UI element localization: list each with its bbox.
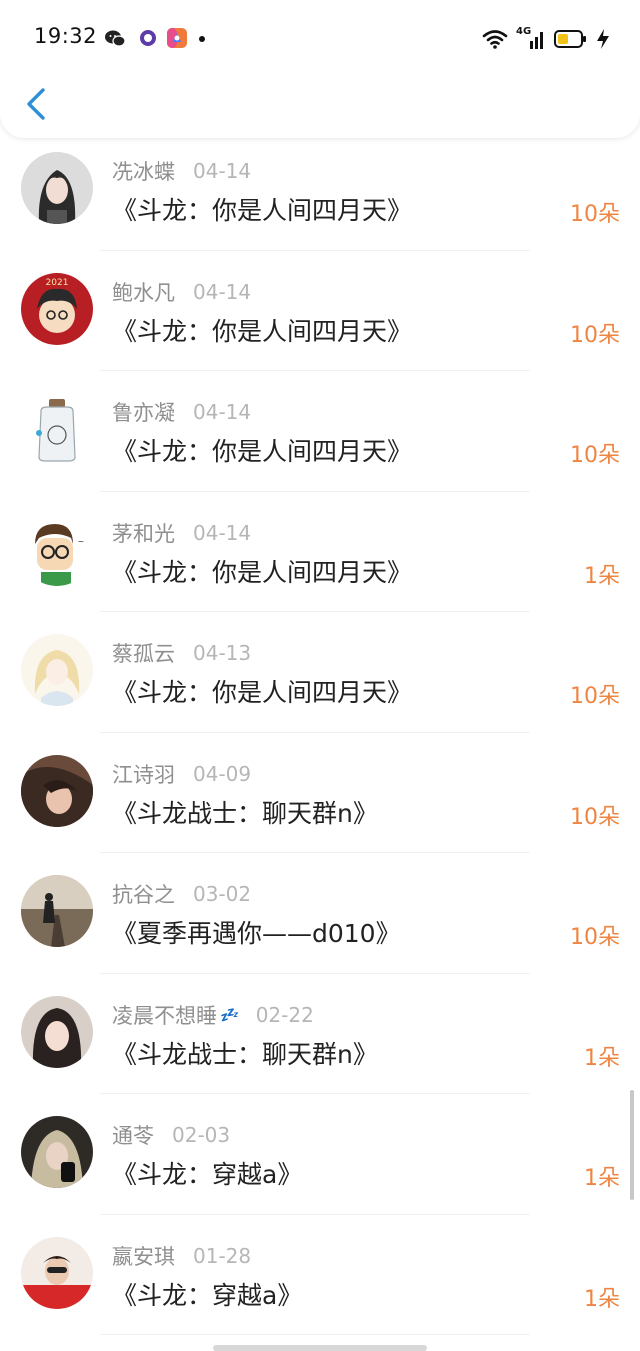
novel-title[interactable]: 《斗龙战士：聊天群n》 [112,1035,378,1071]
svg-text:2021: 2021 [46,278,69,288]
novel-title[interactable]: 《斗龙：你是人间四月天》 [112,432,412,468]
record-date: 02-22 [255,1002,314,1027]
home-indicator[interactable] [213,1345,427,1351]
avatar[interactable] [21,875,93,947]
user-name: 抗谷之 [112,883,175,907]
divider [100,1334,530,1335]
list-item[interactable]: ~ 茅和光 04-14 《斗龙：你是人间四月天》 1朵 [0,492,640,612]
wifi-icon [482,30,508,49]
list-item[interactable]: 蔡孤云 04-13 《斗龙：你是人间四月天》 10朵 [0,612,640,733]
novel-title[interactable]: 《斗龙：穿越a》 [112,1276,302,1312]
avatar[interactable] [21,152,93,224]
novel-title[interactable]: 《斗龙：你是人间四月天》 [112,312,412,348]
list-item[interactable]: 鲁亦凝 04-14 《斗龙：你是人间四月天》 10朵 [0,371,640,492]
user-name: 凌晨不想睡 [112,1003,217,1028]
charging-bolt-icon [597,29,609,49]
novel-title[interactable]: 《斗龙：你是人间四月天》 [112,673,412,709]
status-time: 19:32 [34,24,98,48]
gift-record-list: 冼冰蝶 04-14 《斗龙：你是人间四月天》 10朵 2021 鲍水凡 04-1… [0,130,640,1335]
user-name: 江诗羽 [112,762,175,787]
avatar[interactable] [21,1236,93,1309]
top-bar: 19:32 4G [0,0,640,138]
avatar[interactable] [21,754,93,827]
svg-text:~: ~ [78,537,85,546]
avatar[interactable]: ~ [21,513,93,586]
flower-count: 10朵 [570,443,620,468]
user-name: 鲁亦凝 [112,401,175,425]
flower-count: 10朵 [570,925,620,950]
sleep-emoji: 💤 [219,1005,238,1024]
signal-icon: 4G [516,26,546,50]
list-item[interactable]: 冼冰蝶 04-14 《斗龙：你是人间四月天》 10朵 [0,130,640,251]
novel-title[interactable]: 《斗龙战士：聊天群n》 [112,794,378,830]
flower-count: 1朵 [584,1286,620,1312]
status-bar: 19:32 4G [0,0,640,80]
user-name: 茅和光 [112,521,175,546]
record-date: 03-02 [193,882,252,906]
novel-title[interactable]: 《夏季再遇你——d010》 [112,914,401,950]
user-name: 蔡孤云 [112,642,175,666]
record-date: 02-03 [172,1123,231,1147]
avatar[interactable] [21,1116,93,1188]
novel-title[interactable]: 《斗龙：你是人间四月天》 [112,191,412,227]
back-button[interactable] [18,84,54,124]
list-item[interactable]: 凌晨不想睡 💤 02-22 《斗龙战士：聊天群n》 1朵 [0,974,640,1094]
flower-count: 10朵 [570,684,620,709]
dot-icon [199,36,205,42]
record-date: 04-14 [193,400,252,424]
novel-title[interactable]: 《斗龙：穿越a》 [112,1155,302,1191]
flower-count: 1朵 [584,563,620,589]
record-date: 04-13 [193,641,252,665]
avatar[interactable] [21,393,93,465]
list-item[interactable]: 抗谷之 03-02 《夏季再遇你——d010》 10朵 [0,853,640,974]
scrollbar[interactable] [630,1090,634,1200]
battery-icon [554,30,586,48]
avatar[interactable] [21,995,93,1068]
flower-count: 10朵 [570,804,620,830]
record-date: 04-14 [193,159,252,183]
novel-title[interactable]: 《斗龙：你是人间四月天》 [112,553,412,589]
avatar[interactable]: 2021 [21,272,93,345]
flower-count: 10朵 [570,322,620,348]
user-name: 嬴安琪 [112,1244,175,1269]
wechat-icon [105,30,126,47]
record-date: 04-14 [193,520,252,545]
record-date: 04-14 [193,279,252,304]
list-item[interactable]: 江诗羽 04-09 《斗龙战士：聊天群n》 10朵 [0,733,640,853]
circle-app-icon [140,30,156,46]
avatar[interactable] [21,634,93,706]
record-date: 01-28 [193,1243,252,1268]
flower-count: 10朵 [570,202,620,227]
flower-count: 1朵 [584,1166,620,1191]
user-name: 鲍水凡 [112,280,175,305]
colorful-app-icon [167,28,187,48]
list-item[interactable]: 嬴安琪 01-28 《斗龙：穿越a》 1朵 [0,1215,640,1335]
list-item[interactable]: 2021 鲍水凡 04-14 《斗龙：你是人间四月天》 10朵 [0,251,640,371]
flower-count: 1朵 [584,1045,620,1071]
status-right: 4G [482,26,610,51]
chevron-left-icon [27,88,45,120]
record-date: 04-09 [193,761,252,786]
list-item[interactable]: 通苓 02-03 《斗龙：穿越a》 1朵 [0,1094,640,1215]
user-name: 通苓 [112,1124,154,1148]
user-name: 冼冰蝶 [112,160,175,184]
